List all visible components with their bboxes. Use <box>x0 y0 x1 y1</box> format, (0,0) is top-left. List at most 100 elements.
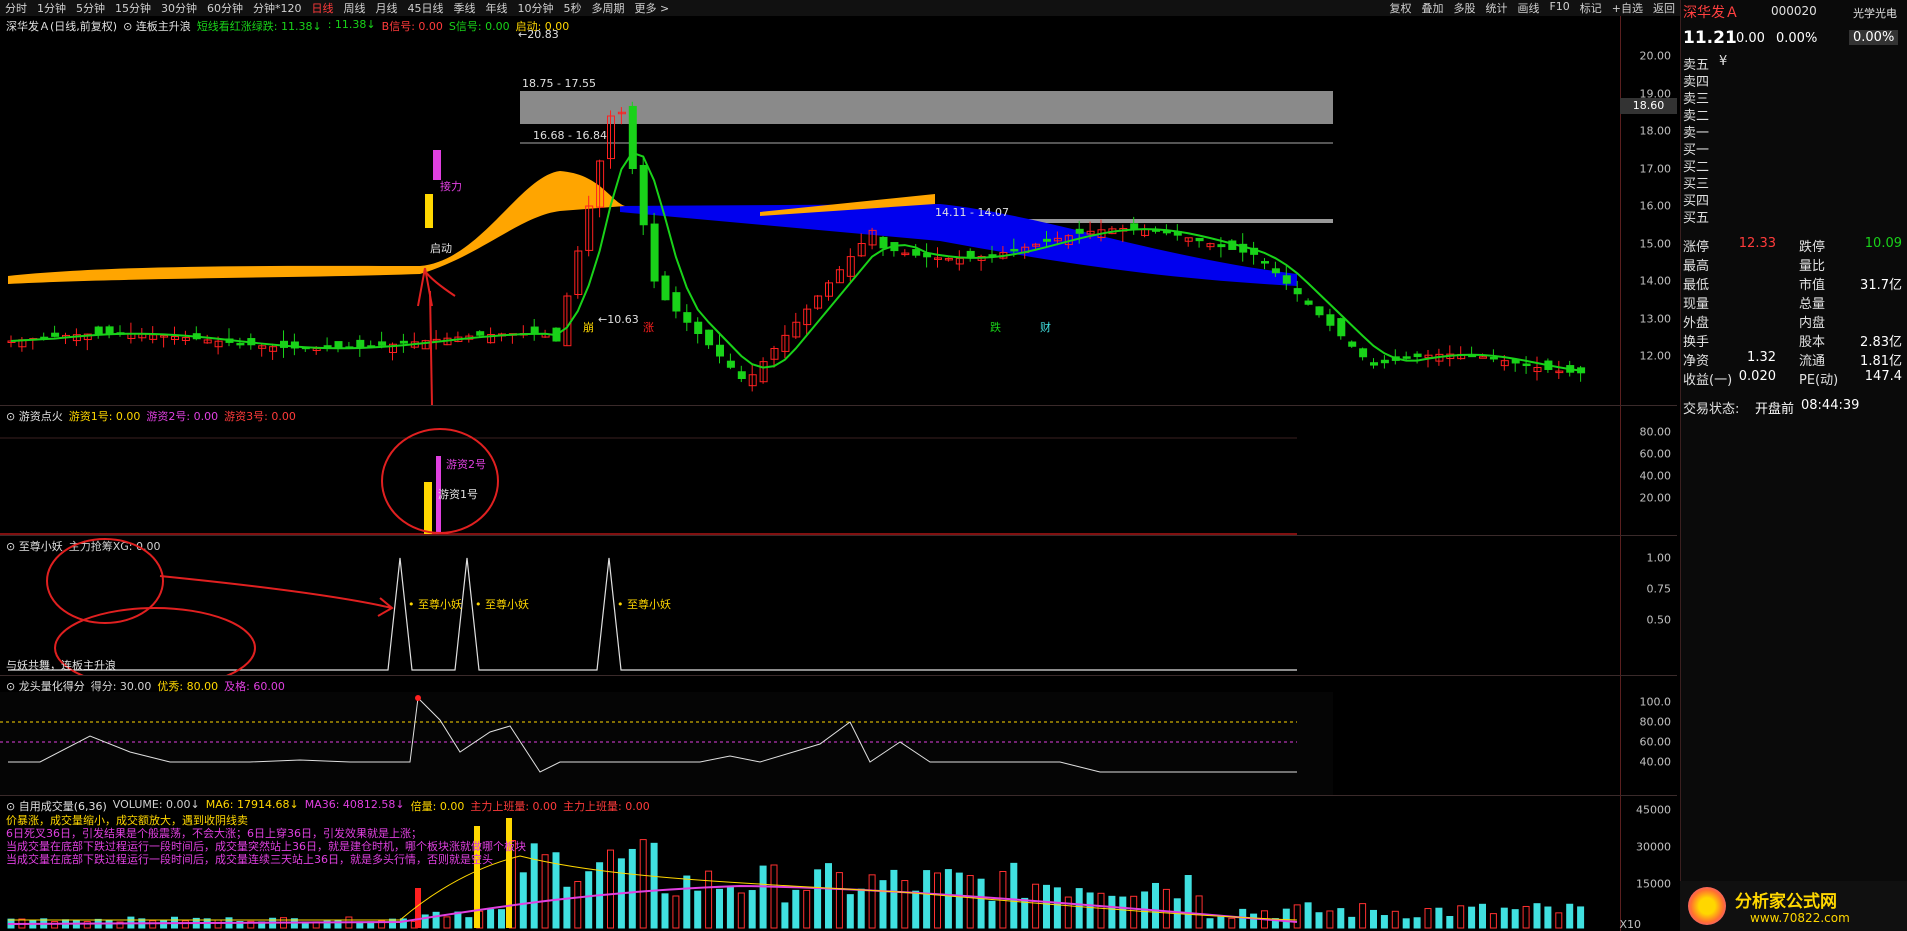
volume-bar <box>1064 896 1072 929</box>
tab-period-5[interactable]: 60分钟 <box>202 0 248 16</box>
volume-unit: X10 <box>1619 918 1641 931</box>
longtou-chart[interactable] <box>0 676 1620 796</box>
volume-bar <box>1402 918 1410 929</box>
logo-title: 分析家公式网 <box>1735 892 1837 912</box>
volume-bar <box>792 889 800 929</box>
volume-bar <box>1032 883 1040 929</box>
candle-body <box>1315 306 1324 316</box>
candle-body <box>94 326 103 335</box>
toolbar-action-2[interactable]: 多股 <box>1448 0 1480 16</box>
tab-period-11[interactable]: 季线 <box>449 0 481 16</box>
candle-body <box>1326 314 1335 326</box>
tab-period-8[interactable]: 周线 <box>339 0 371 16</box>
volume-bar <box>857 888 865 929</box>
stat-label: 最高 <box>1683 259 1710 274</box>
orderbook-row-5: 买一 <box>1681 139 1907 158</box>
volume-bar <box>1293 904 1301 929</box>
volume-bar <box>498 909 505 929</box>
volume-note-3: 当成交量在底部下跌过程运行一段时间后，成交量连续三天站上36日，就是多头行情，否… <box>6 853 493 866</box>
stat-label: 总量 <box>1799 297 1826 312</box>
quote-price-row: 11.21 0.00 0.00% 0.00% <box>1681 28 1907 50</box>
high-price-label: ←20.83 <box>518 28 559 41</box>
stat-value: 147.4 <box>1864 369 1902 384</box>
candle-body <box>51 332 60 337</box>
zhizun-chart[interactable]: • 至尊小妖 • 至尊小妖 • 至尊小妖 <box>0 536 1620 676</box>
toolbar-action-1[interactable]: 叠加 <box>1416 0 1448 16</box>
stat-row-0: 涨停 12.33 跌停 10.09 <box>1681 236 1907 255</box>
hand-arrow-line <box>429 290 433 405</box>
tab-period-2[interactable]: 5分钟 <box>71 0 110 16</box>
candle-body <box>1261 261 1269 264</box>
volume-bar <box>149 920 157 929</box>
volume-bar <box>1217 916 1225 929</box>
candle-body <box>1380 359 1389 364</box>
tab-period-15[interactable]: 多周期 <box>587 0 630 16</box>
stat-label: 跌停 <box>1799 240 1826 255</box>
tab-period-9[interactable]: 月线 <box>371 0 403 16</box>
toolbar-action-8[interactable]: 返回 <box>1648 0 1680 16</box>
stat-label: 市值 <box>1799 278 1826 293</box>
candle-body <box>476 331 485 336</box>
toolbar-action-3[interactable]: 统计 <box>1480 0 1512 16</box>
tab-period-1[interactable]: 1分钟 <box>32 0 71 16</box>
stat-label: 净资 <box>1683 354 1710 369</box>
volume-bar <box>1250 913 1258 929</box>
tab-period-0[interactable]: 分时 <box>0 0 32 16</box>
jieli-bar <box>433 150 441 180</box>
candle-body <box>694 321 703 334</box>
toolbar-action-4[interactable]: 画线 <box>1512 0 1544 16</box>
volume-bar <box>639 839 647 929</box>
hand-arrow-2 <box>159 575 394 617</box>
tab-period-13[interactable]: 10分钟 <box>513 0 559 16</box>
axis-tick: 16.00 <box>1639 199 1672 213</box>
volume-bar <box>977 878 985 929</box>
axis-tick: 1.00 <box>1646 551 1672 565</box>
volume-bar <box>1152 882 1159 929</box>
toolbar-action-7[interactable]: +自选 <box>1607 0 1648 16</box>
volume-bar <box>814 869 822 929</box>
volume-bar <box>683 875 691 929</box>
volume-bar <box>716 888 723 929</box>
volume-bar <box>1468 906 1476 929</box>
toolbar-action-0[interactable]: 复权 <box>1384 0 1416 16</box>
tab-period-3[interactable]: 15分钟 <box>110 0 156 16</box>
volume-bar <box>759 865 767 929</box>
volume-bar <box>563 886 571 929</box>
volume-bar <box>1533 903 1541 929</box>
orange-cloud <box>8 171 625 284</box>
volume-bar <box>1043 884 1050 929</box>
candle-body <box>661 275 670 301</box>
axis-tick: 40.00 <box>1639 755 1672 769</box>
site-logo: 分析家公式网 www.70822.com <box>1680 881 1907 931</box>
stat-label: 外盘 <box>1683 316 1710 331</box>
kline-chart[interactable]: ←20.83 ←10.63 18.75 - 17.55 16.68 - 16.84 14… <box>0 16 1620 406</box>
volume-bar <box>465 917 473 929</box>
tab-period-10[interactable]: 45日线 <box>403 0 449 16</box>
volume-bar <box>83 921 91 929</box>
youzi-chart[interactable]: 游资2号游资1号 <box>0 406 1620 536</box>
hand-arrow <box>417 267 456 307</box>
tab-period-4[interactable]: 30分钟 <box>156 0 202 16</box>
volume-bar <box>781 902 789 929</box>
tab-period-12[interactable]: 年线 <box>481 0 513 16</box>
toolbar-action-5[interactable]: F10 <box>1544 0 1574 16</box>
stock-code: 000020 <box>1771 4 1817 18</box>
currency-icon: ¥ <box>1719 54 1728 69</box>
volume-bar <box>1566 903 1574 929</box>
tab-period-7[interactable]: 日线 <box>307 0 339 16</box>
tab-period-6[interactable]: 分钟*120 <box>248 0 307 16</box>
tab-period-16[interactable]: 更多 > <box>630 0 675 16</box>
tab-period-14[interactable]: 5秒 <box>559 0 587 16</box>
toolbar-action-6[interactable]: 标记 <box>1575 0 1607 16</box>
band-label-3: 14.11 - 14.07 <box>935 206 1009 219</box>
volume-bar <box>541 854 549 929</box>
toolbar-actions: 复权 叠加 多股 统计 画线 F10 标记 +自选 返回 <box>1384 0 1680 16</box>
volume-bar <box>628 848 636 929</box>
orderbook-row-3: 卖二 <box>1681 105 1907 124</box>
status-value: 开盘前 <box>1755 402 1795 417</box>
orderbook-row-8: 买四 <box>1681 190 1907 209</box>
zhizun-spike-label-1: • 至尊小妖 <box>475 597 529 611</box>
stat-row-7: 收益(一) 0.020 PE(动) 147.4 <box>1681 369 1907 388</box>
volume-bar <box>1348 916 1356 929</box>
stock-name: 深华发Ａ <box>1683 5 1739 21</box>
